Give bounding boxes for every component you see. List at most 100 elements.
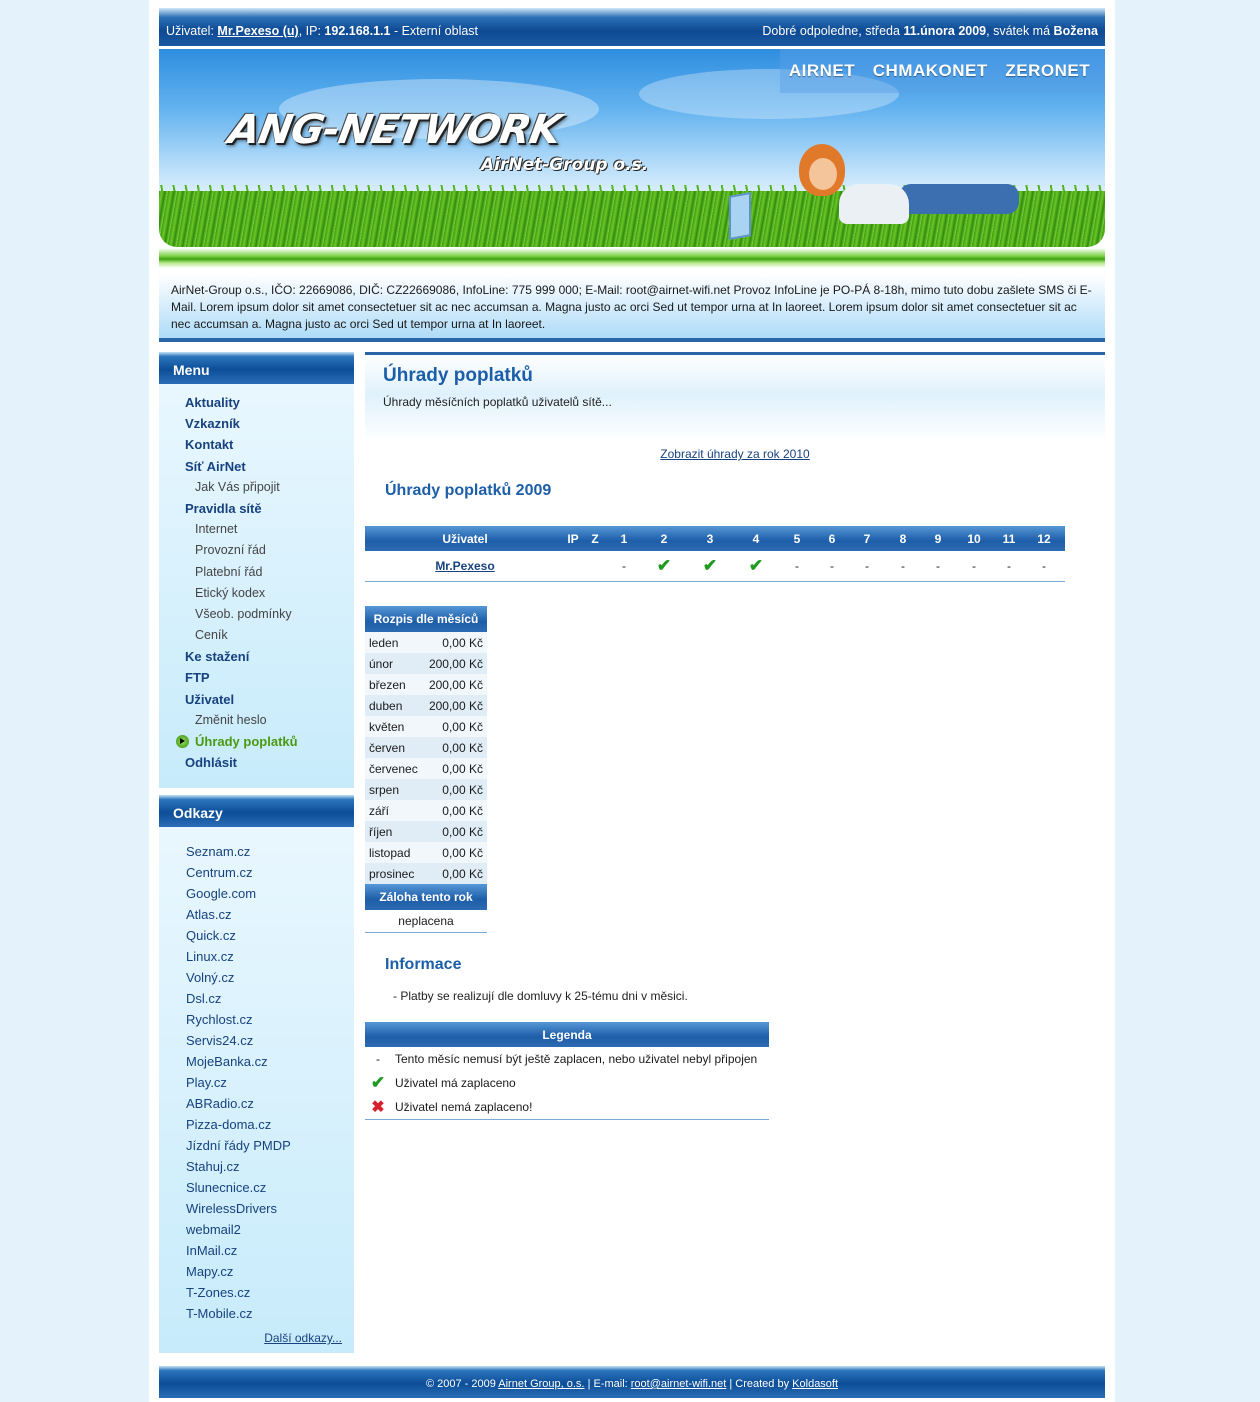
menu-item-jak-v-s-p-ipojit[interactable]: Jak Vás připojit bbox=[159, 477, 354, 498]
month-name: červen bbox=[365, 737, 424, 758]
z-cell bbox=[581, 551, 609, 582]
section-title: Úhrady poplatků 2009 bbox=[385, 482, 552, 499]
menu-item-aktuality[interactable]: Aktuality bbox=[159, 392, 354, 413]
month-name: srpen bbox=[365, 779, 424, 800]
ip-label: , IP: bbox=[298, 24, 321, 38]
link-item[interactable]: WirelessDrivers bbox=[159, 1198, 354, 1219]
month-status-cell: - bbox=[851, 551, 883, 582]
nav-chmakonet[interactable]: CHMAKONET bbox=[873, 61, 988, 81]
menu-item-vzkazn-k[interactable]: Vzkazník bbox=[159, 413, 354, 434]
payments-table: Uživatel IP Z 1 2 3 4 5 6 7 8 9 10 11 12 Mr.Pexeso - ✔ ✔ ✔… bbox=[365, 526, 1065, 582]
menu-item-cen-k[interactable]: Ceník bbox=[159, 625, 354, 646]
month-status-cell: - bbox=[883, 551, 923, 582]
link-item[interactable]: Jízdní řády PMDP bbox=[159, 1135, 354, 1156]
link-item[interactable]: Linux.cz bbox=[159, 946, 354, 967]
nav-zeronet[interactable]: ZERONET bbox=[1005, 61, 1090, 81]
link-item[interactable]: Seznam.cz bbox=[159, 841, 354, 862]
legend-row: ✔ Uživatel má zaplaceno bbox=[365, 1071, 769, 1095]
zone-text: - Externí oblast bbox=[393, 24, 479, 38]
table-row: Mr.Pexeso - ✔ ✔ ✔ - - - - - - - - bbox=[365, 551, 1065, 582]
header-banner: AIRNET CHMAKONET ZERONET ANG-NETWORK Air… bbox=[159, 49, 1105, 247]
link-item[interactable]: Volný.cz bbox=[159, 967, 354, 988]
column-header: 1 bbox=[609, 526, 639, 551]
month-amount: 0,00 Kč bbox=[423, 737, 487, 758]
menu-item-internet[interactable]: Internet bbox=[159, 519, 354, 540]
month-name: květen bbox=[365, 716, 424, 737]
column-header: 11 bbox=[995, 526, 1023, 551]
menu-item-pravidla-s-t-[interactable]: Pravidla sítě bbox=[159, 498, 354, 519]
link-item[interactable]: T-Zones.cz bbox=[159, 1282, 354, 1303]
month-row: leden 0,00 Kč bbox=[365, 632, 487, 653]
user-link[interactable]: Mr.Pexeso bbox=[435, 559, 494, 573]
link-item[interactable]: Google.com bbox=[159, 883, 354, 904]
menu-item-kontakt[interactable]: Kontakt bbox=[159, 434, 354, 455]
link-item[interactable]: MojeBanka.cz bbox=[159, 1051, 354, 1072]
user-name-link[interactable]: Mr.Pexeso (u) bbox=[217, 24, 298, 38]
year-2010-link[interactable]: Zobrazit úhrady za rok 2010 bbox=[365, 447, 1105, 461]
month-amount: 200,00 Kč bbox=[423, 653, 487, 674]
column-header: 3 bbox=[689, 526, 731, 551]
link-item[interactable]: Slunecnice.cz bbox=[159, 1177, 354, 1198]
month-name: listopad bbox=[365, 842, 424, 863]
menu-item-etick-kodex[interactable]: Etický kodex bbox=[159, 583, 354, 604]
menu-item-label: Pravidla sítě bbox=[185, 500, 262, 516]
menu-item-platebn-d[interactable]: Platební řád bbox=[159, 562, 354, 583]
date-info: Dobré odpoledne, středa 11.února 2009, s… bbox=[762, 24, 1098, 38]
menu-item-label: Jak Vás připojit bbox=[195, 479, 280, 494]
greeting-text: Dobré odpoledne, středa bbox=[762, 24, 900, 38]
link-item[interactable]: Play.cz bbox=[159, 1072, 354, 1093]
menu-title: Menu bbox=[159, 352, 354, 384]
menu-item-label: Etický kodex bbox=[195, 585, 266, 600]
deposit-value: neplacena bbox=[365, 910, 487, 933]
link-item[interactable]: Pizza-doma.cz bbox=[159, 1114, 354, 1135]
menu-item-ke-sta-en-[interactable]: Ke stažení bbox=[159, 646, 354, 667]
more-links-link[interactable]: Další odkazy... bbox=[159, 1326, 354, 1350]
legend-table: Legenda - Tento měsíc nemusí být ještě za… bbox=[365, 1022, 769, 1120]
link-item[interactable]: Quick.cz bbox=[159, 925, 354, 946]
month-amount: 0,00 Kč bbox=[423, 842, 487, 863]
month-amount: 0,00 Kč bbox=[423, 758, 487, 779]
month-name: prosinec bbox=[365, 863, 424, 884]
menu-box: Menu Aktuality Vzkazník Kontakt Síť AirNet J… bbox=[159, 352, 354, 788]
user-label: Uživatel: bbox=[166, 24, 214, 38]
menu-item-u-ivatel[interactable]: Uživatel bbox=[159, 689, 354, 710]
menu-item-v-eob-podm-nky[interactable]: Všeob. podmínky bbox=[159, 604, 354, 625]
link-item[interactable]: Servis24.cz bbox=[159, 1030, 354, 1051]
site-logo[interactable]: ANG-NETWORK bbox=[225, 107, 564, 153]
footer-created-link[interactable]: Koldasoft bbox=[792, 1378, 838, 1390]
menu-item-provozn-d[interactable]: Provozní řád bbox=[159, 540, 354, 561]
column-header: 5 bbox=[781, 526, 813, 551]
cross-icon: ✖ bbox=[365, 1095, 391, 1120]
link-item[interactable]: Centrum.cz bbox=[159, 862, 354, 883]
menu-item-label: Uživatel bbox=[185, 691, 235, 707]
link-item[interactable]: InMail.cz bbox=[159, 1240, 354, 1261]
menu-item-odhl-sit[interactable]: Odhlásit bbox=[159, 752, 354, 773]
legend-row: - Tento měsíc nemusí být ještě zaplacen, … bbox=[365, 1047, 769, 1071]
legend-text: Tento měsíc nemusí být ještě zaplacen, n… bbox=[395, 1052, 758, 1066]
active-arrow-icon bbox=[176, 735, 189, 748]
menu-item--hrady-poplatk-[interactable]: Úhrady poplatků bbox=[159, 731, 354, 752]
link-item[interactable]: T-Mobile.cz bbox=[159, 1303, 354, 1324]
contact-info-box: AirNet-Group o.s., IČO: 22669086, DIČ: C… bbox=[159, 274, 1105, 342]
menu-item-ftp[interactable]: FTP bbox=[159, 667, 354, 688]
footer-company-link[interactable]: Airnet Group, o.s. bbox=[498, 1378, 584, 1390]
girl-illustration bbox=[799, 144, 1019, 244]
nav-airnet[interactable]: AIRNET bbox=[789, 61, 855, 81]
link-item[interactable]: Rychlost.cz bbox=[159, 1009, 354, 1030]
menu-item-zm-nit-heslo[interactable]: Změnit heslo bbox=[159, 710, 354, 731]
month-name: říjen bbox=[365, 821, 424, 842]
footer-email-link[interactable]: root@airnet-wifi.net bbox=[631, 1378, 727, 1390]
link-item[interactable]: Mapy.cz bbox=[159, 1261, 354, 1282]
link-item[interactable]: Stahuj.cz bbox=[159, 1156, 354, 1177]
link-item[interactable]: webmail2 bbox=[159, 1219, 354, 1240]
link-item[interactable]: Atlas.cz bbox=[159, 904, 354, 925]
menu-item-s-airnet[interactable]: Síť AirNet bbox=[159, 456, 354, 477]
column-header: Z bbox=[581, 526, 609, 551]
month-status-cell: - bbox=[781, 551, 813, 582]
month-row: říjen 0,00 Kč bbox=[365, 821, 487, 842]
month-status-cell: - bbox=[923, 551, 953, 582]
link-item[interactable]: Dsl.cz bbox=[159, 988, 354, 1009]
column-header: 9 bbox=[923, 526, 953, 551]
link-item[interactable]: ABRadio.cz bbox=[159, 1093, 354, 1114]
column-header: 6 bbox=[813, 526, 851, 551]
